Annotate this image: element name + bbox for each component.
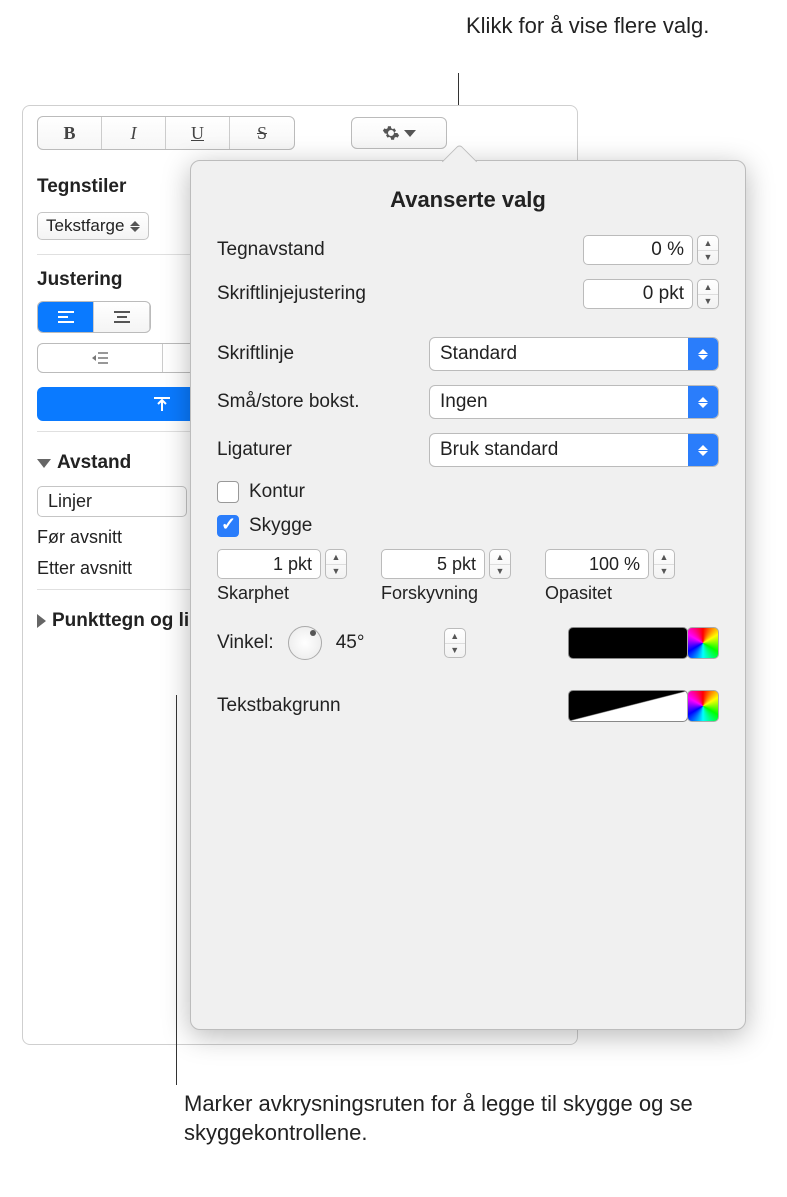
outline-checkbox[interactable]	[217, 481, 239, 503]
baseline-select[interactable]: Standard	[429, 337, 719, 371]
stepper-up-icon: ▲	[654, 550, 674, 565]
ligatures-label: Ligaturer	[217, 439, 429, 461]
stepper-down-icon: ▼	[490, 565, 510, 579]
advanced-options-popover: Avanserte valg Tegnavstand 0 % ▲ ▼ Skrif…	[190, 160, 746, 1030]
triangle-down-icon	[37, 459, 51, 468]
opacity-field[interactable]: 100 %	[545, 549, 649, 579]
stepper-down-icon: ▼	[698, 295, 718, 309]
select-arrows-icon	[688, 434, 718, 466]
chevron-down-icon	[404, 130, 416, 137]
strikethrough-button[interactable]: S	[230, 117, 294, 149]
text-color-label: Tekstfarge	[46, 216, 124, 236]
spacing-label: Avstand	[57, 452, 131, 474]
baseline-shift-value: 0 pkt	[584, 283, 692, 305]
updown-icon	[130, 221, 140, 232]
stepper-down-icon: ▼	[654, 565, 674, 579]
text-background-label: Tekstbakgrunn	[217, 695, 341, 717]
ligatures-value: Bruk standard	[430, 439, 688, 461]
character-spacing-value: 0 %	[584, 239, 692, 261]
stepper-down-icon: ▼	[326, 565, 346, 579]
baseline-value: Standard	[430, 343, 688, 365]
offset-label: Forskyvning	[381, 583, 478, 604]
triangle-right-icon	[37, 614, 46, 628]
select-arrows-icon	[688, 386, 718, 418]
text-style-segment: B I U S	[37, 116, 295, 150]
align-top-icon	[152, 396, 172, 412]
italic-button[interactable]: I	[102, 117, 166, 149]
capitalization-label: Små/store bokst.	[217, 391, 429, 413]
shadow-color-swatch[interactable]	[568, 627, 688, 659]
popover-title: Avanserte valg	[217, 187, 719, 213]
text-background-swatch[interactable]	[568, 690, 688, 722]
outline-label: Kontur	[249, 481, 305, 503]
stepper-up-icon: ▲	[445, 629, 465, 644]
character-spacing-stepper[interactable]: ▲ ▼	[697, 235, 719, 265]
blur-label: Skarphet	[217, 583, 289, 604]
stepper-down-icon: ▼	[698, 251, 718, 265]
gear-icon	[382, 124, 400, 142]
character-spacing-field[interactable]: 0 %	[583, 235, 693, 265]
callout-bottom: Marker avkrysningsruten for å legge til …	[184, 1090, 787, 1147]
callout-top: Klikk for å vise flere valg.	[466, 12, 709, 40]
stepper-up-icon: ▲	[698, 280, 718, 295]
text-color-dropdown[interactable]: Tekstfarge	[37, 212, 149, 240]
opacity-stepper[interactable]: ▲ ▼	[653, 549, 675, 579]
shadow-checkbox[interactable]	[217, 515, 239, 537]
baseline-shift-field[interactable]: 0 pkt	[583, 279, 693, 309]
shadow-label: Skygge	[249, 515, 312, 537]
color-picker-button[interactable]	[687, 690, 719, 722]
capitalization-select[interactable]: Ingen	[429, 385, 719, 419]
character-spacing-label: Tegnavstand	[217, 239, 583, 261]
outdent-icon	[91, 351, 109, 365]
angle-dial[interactable]	[288, 626, 322, 660]
select-arrows-icon	[688, 338, 718, 370]
align-center-button[interactable]	[94, 302, 150, 332]
stepper-up-icon: ▲	[326, 550, 346, 565]
advanced-options-button[interactable]	[351, 117, 447, 149]
stepper-down-icon: ▼	[445, 644, 465, 658]
baseline-shift-label: Skriftlinjejustering	[217, 283, 583, 305]
baseline-shift-stepper[interactable]: ▲ ▼	[697, 279, 719, 309]
stepper-up-icon: ▲	[490, 550, 510, 565]
baseline-label: Skriftlinje	[217, 343, 429, 365]
align-left-button[interactable]	[38, 302, 94, 332]
angle-field[interactable]: 45°	[336, 632, 426, 654]
opacity-label: Opasitet	[545, 583, 612, 604]
lines-field[interactable]: Linjer	[37, 486, 187, 517]
underline-button[interactable]: U	[166, 117, 230, 149]
offset-stepper[interactable]: ▲ ▼	[489, 549, 511, 579]
offset-field[interactable]: 5 pkt	[381, 549, 485, 579]
stepper-up-icon: ▲	[698, 236, 718, 251]
color-picker-button[interactable]	[687, 627, 719, 659]
angle-label: Vinkel:	[217, 632, 274, 654]
align-left-icon	[56, 310, 76, 324]
alignment-segment	[37, 301, 151, 333]
capitalization-value: Ingen	[430, 391, 688, 413]
align-center-icon	[112, 310, 132, 324]
ligatures-select[interactable]: Bruk standard	[429, 433, 719, 467]
callout-line-bottom	[176, 695, 177, 1085]
blur-field[interactable]: 1 pkt	[217, 549, 321, 579]
outdent-button[interactable]	[38, 344, 163, 372]
angle-stepper[interactable]: ▲ ▼	[444, 628, 466, 658]
bold-button[interactable]: B	[38, 117, 102, 149]
blur-stepper[interactable]: ▲ ▼	[325, 549, 347, 579]
